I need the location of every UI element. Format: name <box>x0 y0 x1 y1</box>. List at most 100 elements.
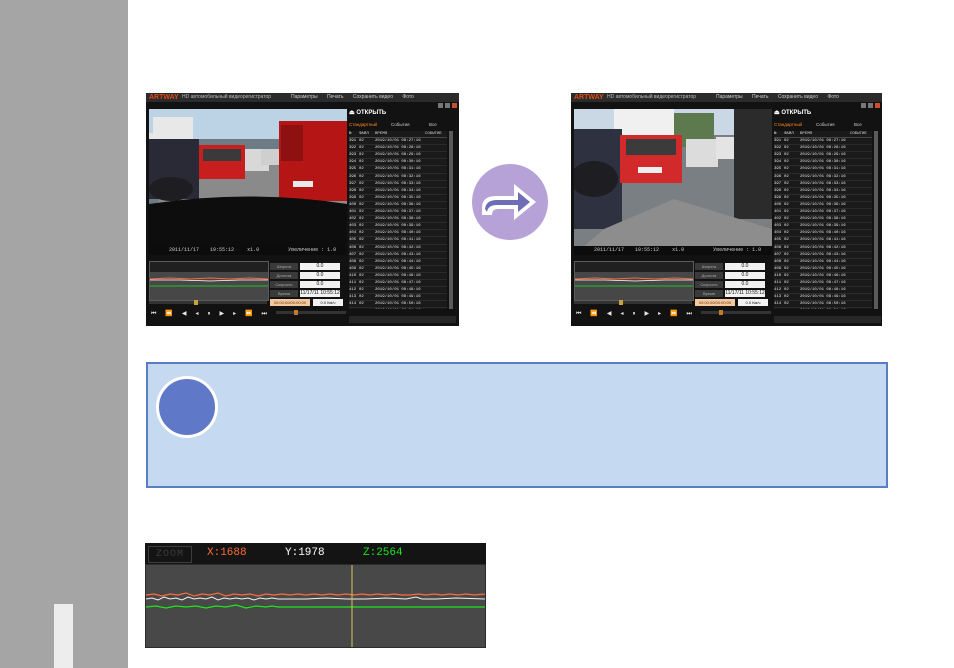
first-frame-icon[interactable]: ⏮ <box>576 309 581 319</box>
list-item[interactable]: 400 02 2019/10/01 08:36:16 <box>349 202 447 210</box>
list-item[interactable]: 394 02 2019/10/01 08:30:16 <box>774 159 872 167</box>
play-icon[interactable]: ▶ <box>644 309 649 319</box>
file-list-scrollbar[interactable] <box>874 131 878 309</box>
seek-handle[interactable] <box>194 300 198 305</box>
list-item[interactable]: 406 02 2019/10/01 08:42:16 <box>774 245 872 252</box>
tab-events[interactable]: События <box>816 120 835 129</box>
list-item[interactable]: 397 02 2019/10/01 08:33:16 <box>774 181 872 188</box>
list-item[interactable]: 398 02 2019/10/01 08:34:16 <box>349 188 447 195</box>
first-frame-icon[interactable]: ⏮ <box>151 309 156 319</box>
list-item[interactable]: 401 02 2019/10/01 08:37:16 <box>774 209 872 217</box>
rewind-icon[interactable]: ⏪ <box>165 309 172 319</box>
minimize-icon[interactable] <box>438 103 443 108</box>
rewind-icon[interactable]: ⏪ <box>590 309 597 319</box>
list-item[interactable]: 407 02 2019/10/01 08:43:16 <box>349 252 447 259</box>
pause-icon[interactable]: ⏸ <box>207 309 210 319</box>
last-frame-icon[interactable]: ⏭ <box>262 309 267 319</box>
fast-forward-icon[interactable]: ⏩ <box>245 309 252 319</box>
list-item[interactable]: 410 02 2019/10/01 08:46:16 <box>774 273 872 280</box>
search-bar[interactable] <box>774 316 881 323</box>
list-item[interactable]: 409 02 2019/10/01 08:45:16 <box>349 266 447 273</box>
menu-item-print[interactable]: Печать <box>327 94 343 100</box>
seek-handle[interactable] <box>619 300 623 305</box>
list-item[interactable]: 396 02 2019/10/01 08:32:16 <box>774 174 872 181</box>
maximize-icon[interactable] <box>868 103 873 108</box>
maximize-icon[interactable] <box>445 103 450 108</box>
minimize-icon[interactable] <box>861 103 866 108</box>
menu-item-photo[interactable]: Фото <box>402 94 414 100</box>
list-item[interactable]: 392 02 2019/10/01 08:28:16 <box>774 145 872 153</box>
menu-item-print[interactable]: Печать <box>752 94 768 100</box>
list-item[interactable]: 395 02 2019/10/01 08:31:16 <box>349 166 447 174</box>
list-item[interactable]: 403 02 2019/10/01 08:39:16 <box>349 223 447 231</box>
step-back-icon[interactable]: ◀ <box>607 309 612 319</box>
file-list-scrollbar[interactable] <box>449 131 453 309</box>
volume-slider[interactable] <box>701 310 771 315</box>
list-item[interactable]: 403 02 2019/10/01 08:39:16 <box>774 223 872 231</box>
list-item[interactable]: 398 02 2019/10/01 08:34:16 <box>774 188 872 195</box>
volume-handle[interactable] <box>294 310 298 315</box>
list-item[interactable]: 410 02 2019/10/01 08:46:16 <box>349 273 447 280</box>
list-item[interactable]: 401 02 2019/10/01 08:37:16 <box>349 209 447 217</box>
list-item[interactable]: 406 02 2019/10/01 08:42:16 <box>349 245 447 252</box>
pause-icon[interactable]: ⏸ <box>632 309 635 319</box>
volume-slider[interactable] <box>276 310 346 315</box>
list-item[interactable]: 397 02 2019/10/01 08:33:16 <box>349 181 447 188</box>
list-item[interactable]: 415022019/10/01 08:51:16 <box>349 308 447 309</box>
list-item[interactable]: 411 02 2019/10/01 08:47:16 <box>349 280 447 288</box>
open-button[interactable]: ⏏ ОТКРЫТЬ <box>774 109 811 116</box>
list-item[interactable]: 409 02 2019/10/01 08:45:16 <box>774 266 872 273</box>
list-item[interactable]: 402 02 2019/10/01 08:38:16 <box>349 216 447 224</box>
list-item[interactable]: 413 02 2019/10/01 08:49:16 <box>774 294 872 302</box>
list-item[interactable]: 407 02 2019/10/01 08:43:16 <box>774 252 872 259</box>
list-item[interactable]: 391 02 2019/10/01 08:27:16 <box>349 138 447 146</box>
menu-item-parameters[interactable]: Параметры <box>291 94 318 100</box>
list-item[interactable]: 408 02 2019/10/01 08:44:16 <box>774 259 872 266</box>
menu-item-save-video[interactable]: Сохранить видео <box>353 94 393 100</box>
seek-slider[interactable] <box>149 300 267 305</box>
close-icon[interactable] <box>875 103 880 108</box>
search-bar[interactable] <box>349 316 456 323</box>
prev-icon[interactable]: ◂ <box>195 309 198 319</box>
list-item[interactable]: 391 02 2019/10/01 08:27:16 <box>774 138 872 146</box>
step-forward-icon[interactable]: ▸ <box>233 309 236 319</box>
list-item[interactable]: 405 02 2019/10/01 08:41:16 <box>774 237 872 245</box>
step-back-icon[interactable]: ◀ <box>182 309 187 319</box>
list-item[interactable]: 395 02 2019/10/01 08:31:16 <box>774 166 872 174</box>
list-item[interactable]: 402 02 2019/10/01 08:38:16 <box>774 216 872 224</box>
last-frame-icon[interactable]: ⏭ <box>687 309 692 319</box>
zoom-button[interactable]: ZOOM <box>148 546 192 563</box>
list-item[interactable]: 393 02 2019/10/01 08:29:16 <box>349 152 447 160</box>
list-item[interactable]: 413 02 2019/10/01 08:49:16 <box>349 294 447 302</box>
step-forward-icon[interactable]: ▸ <box>658 309 661 319</box>
list-item[interactable]: 399 02 2019/10/01 08:35:16 <box>349 195 447 202</box>
tab-events[interactable]: События <box>391 120 410 129</box>
list-item[interactable]: 392 02 2019/10/01 08:28:16 <box>349 145 447 153</box>
list-item[interactable]: 412 02 2019/10/01 08:48:16 <box>774 287 872 295</box>
tab-all[interactable]: Все <box>429 120 437 129</box>
list-item[interactable]: 404 02 2019/10/01 08:40:16 <box>349 230 447 238</box>
fast-forward-icon[interactable]: ⏩ <box>670 309 677 319</box>
list-item[interactable]: 411 02 2019/10/01 08:47:16 <box>774 280 872 288</box>
tab-all[interactable]: Все <box>854 120 862 129</box>
list-item[interactable]: 414 02 2019/10/01 08:50:16 <box>349 301 447 309</box>
list-item[interactable]: 405 02 2019/10/01 08:41:16 <box>349 237 447 245</box>
list-item[interactable]: 393 02 2019/10/01 08:29:16 <box>774 152 872 160</box>
menu-item-photo[interactable]: Фото <box>827 94 839 100</box>
volume-handle[interactable] <box>719 310 723 315</box>
list-item[interactable]: 415022019/10/01 08:51:16 <box>774 308 872 309</box>
open-button[interactable]: ⏏ ОТКРЫТЬ <box>349 109 386 116</box>
menu-item-save-video[interactable]: Сохранить видео <box>778 94 818 100</box>
list-item[interactable]: 408 02 2019/10/01 08:44:16 <box>349 259 447 266</box>
seek-slider[interactable] <box>574 300 692 305</box>
list-item[interactable]: 394 02 2019/10/01 08:30:16 <box>349 159 447 167</box>
close-icon[interactable] <box>452 103 457 108</box>
list-item[interactable]: 414 02 2019/10/01 08:50:16 <box>774 301 872 309</box>
prev-icon[interactable]: ◂ <box>620 309 623 319</box>
list-item[interactable]: 404 02 2019/10/01 08:40:16 <box>774 230 872 238</box>
list-item[interactable]: 400 02 2019/10/01 08:36:16 <box>774 202 872 210</box>
menu-item-parameters[interactable]: Параметры <box>716 94 743 100</box>
list-item[interactable]: 412 02 2019/10/01 08:48:16 <box>349 287 447 295</box>
list-item[interactable]: 399 02 2019/10/01 08:35:16 <box>774 195 872 202</box>
play-icon[interactable]: ▶ <box>219 309 224 319</box>
